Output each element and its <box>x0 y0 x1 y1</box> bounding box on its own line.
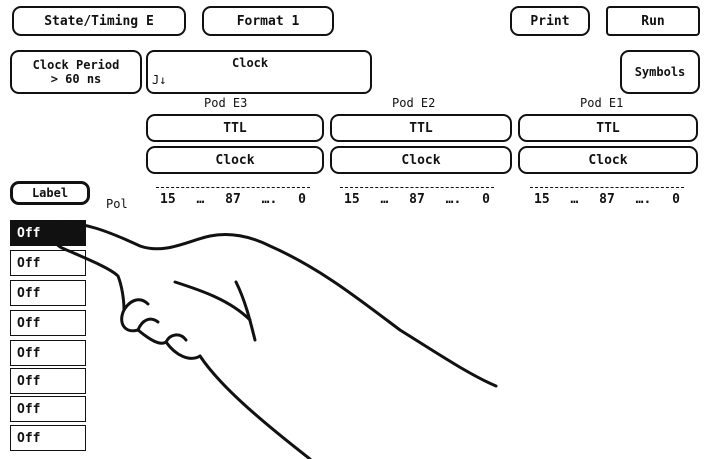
bit-high: 15 <box>160 192 176 207</box>
print-button[interactable]: Print <box>510 6 590 36</box>
bit-high: 15 <box>344 192 360 207</box>
pod-e1-threshold-label: TTL <box>596 120 620 136</box>
label-button[interactable]: Label <box>10 181 90 205</box>
print-label: Print <box>530 13 570 29</box>
pod-e3-threshold-label: TTL <box>223 120 247 136</box>
symbols-button[interactable]: Symbols <box>620 50 700 94</box>
label-row-3[interactable]: Off <box>10 280 86 306</box>
label-button-label: Label <box>31 186 69 200</box>
pod-e2-bit-range: 15… 87…. 0 <box>340 187 494 207</box>
label-row-8[interactable]: Off <box>10 425 86 451</box>
symbols-label: Symbols <box>634 65 686 79</box>
pod-e3-bit-range: 15… 87…. 0 <box>156 187 310 207</box>
pod-e1-threshold-button[interactable]: TTL <box>518 114 698 142</box>
pod-e2-threshold-label: TTL <box>409 120 433 136</box>
pod-e1-clock-button[interactable]: Clock <box>518 146 698 174</box>
clock-period-value: > 60 ns <box>50 72 102 86</box>
label-row-value: Off <box>17 373 41 389</box>
pod-e1-bit-range: 15… 87…. 0 <box>530 187 684 207</box>
run-label: Run <box>641 13 665 29</box>
label-row-value: Off <box>17 255 41 271</box>
label-row-2[interactable]: Off <box>10 250 86 276</box>
label-row-4[interactable]: Off <box>10 310 86 336</box>
pod-e1-clock-label: Clock <box>588 152 628 168</box>
clock-title: Clock <box>232 56 269 70</box>
bit-mid: 87 <box>225 192 241 207</box>
clock-field[interactable]: Clock J↓ <box>146 50 372 94</box>
bit-high: 15 <box>534 192 550 207</box>
format-menu-button[interactable]: Format 1 <box>202 6 334 36</box>
label-row-7[interactable]: Off <box>10 396 86 422</box>
clock-value: J↓ <box>152 73 167 87</box>
bit-low: 0 <box>482 192 490 207</box>
pod-e2-threshold-button[interactable]: TTL <box>330 114 512 142</box>
pod-e3-name: Pod E3 <box>204 96 248 110</box>
pod-e2-clock-button[interactable]: Clock <box>330 146 512 174</box>
label-row-value: Off <box>17 430 41 446</box>
state-timing-menu-button[interactable]: State/Timing E <box>12 6 186 36</box>
pod-e1-name: Pod E1 <box>580 96 624 110</box>
bit-low: 0 <box>672 192 680 207</box>
pod-e2-clock-label: Clock <box>401 152 441 168</box>
label-row-value: Off <box>17 345 41 361</box>
label-row-value: Off <box>17 225 41 241</box>
pod-e3-clock-label: Clock <box>215 152 255 168</box>
format-label: Format 1 <box>236 13 300 29</box>
pod-e2-name: Pod E2 <box>392 96 436 110</box>
pod-e3-clock-button[interactable]: Clock <box>146 146 324 174</box>
bit-mid: 87 <box>409 192 425 207</box>
clock-period-title: Clock Period <box>32 58 120 72</box>
label-row-value: Off <box>17 401 41 417</box>
bit-mid: 87 <box>599 192 615 207</box>
label-row-value: Off <box>17 285 41 301</box>
label-row-1[interactable]: Off <box>10 220 86 246</box>
bit-low: 0 <box>298 192 306 207</box>
state-timing-label: State/Timing E <box>44 13 154 29</box>
label-row-5[interactable]: Off <box>10 340 86 366</box>
pol-heading: Pol <box>106 197 128 211</box>
run-button[interactable]: Run <box>606 6 700 36</box>
label-row-6[interactable]: Off <box>10 368 86 394</box>
label-row-value: Off <box>17 315 41 331</box>
clock-period-button[interactable]: Clock Period > 60 ns <box>10 50 142 94</box>
pod-e3-threshold-button[interactable]: TTL <box>146 114 324 142</box>
